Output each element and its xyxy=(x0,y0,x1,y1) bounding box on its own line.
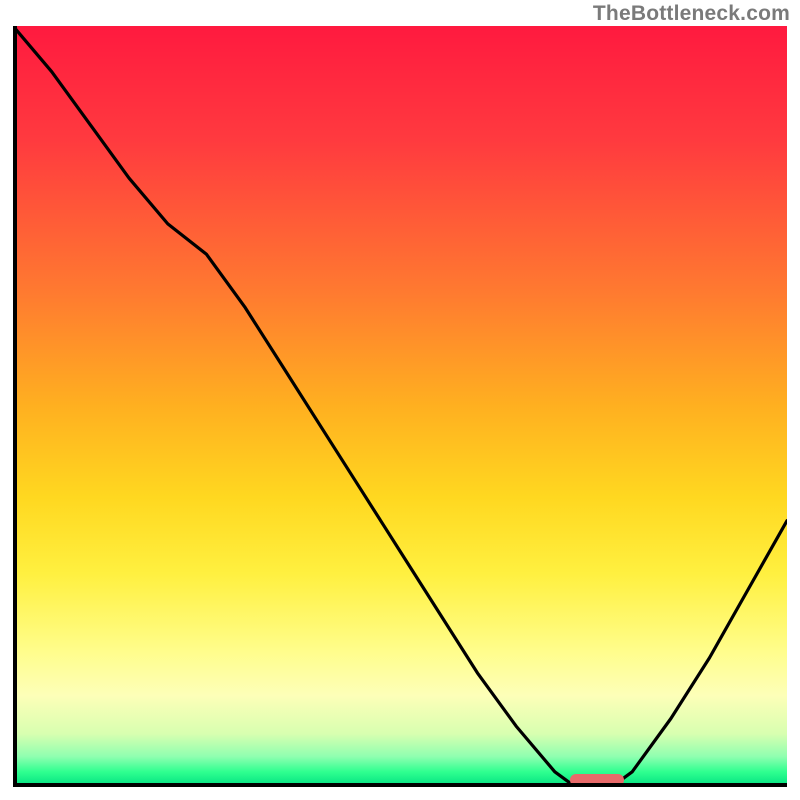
watermark-text: TheBottleneck.com xyxy=(593,2,790,26)
chart-container: TheBottleneck.com xyxy=(0,0,800,800)
plot-gradient-background xyxy=(13,26,787,787)
optimal-range-marker xyxy=(570,774,624,786)
